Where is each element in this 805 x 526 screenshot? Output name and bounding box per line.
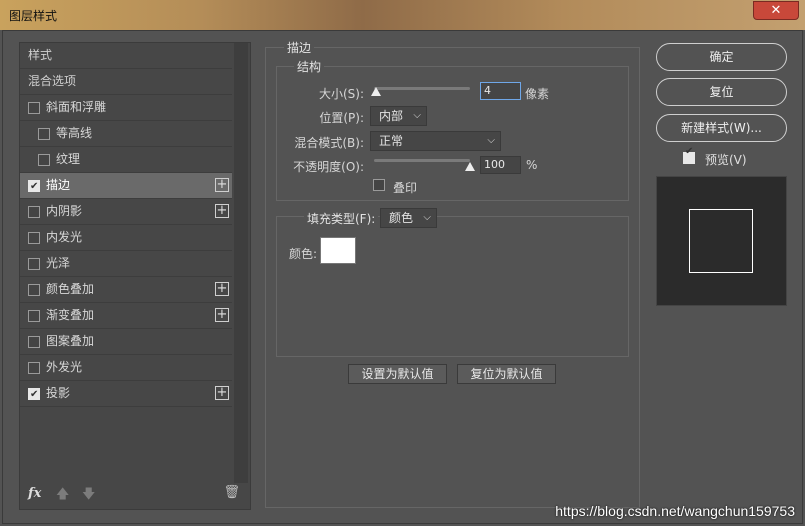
blend-mode-label: 混合模式(B): — [294, 136, 364, 150]
style-item-label: 内阴影 — [46, 204, 83, 218]
size-slider[interactable] — [374, 87, 470, 90]
opacity-input[interactable]: 100 — [480, 156, 521, 174]
styles-list: 样式混合选项斜面和浮雕等高线纹理描边 + 内阴影 + 内发光光泽颜色叠加 + 渐变叠加 + 图案… — [20, 43, 232, 407]
chevron-down-icon: ⌵ — [423, 212, 431, 223]
style-item[interactable]: 纹理 — [20, 147, 232, 173]
styles-panel: 样式混合选项斜面和浮雕等高线纹理描边 + 内阴影 + 内发光光泽颜色叠加 + 渐变叠加 + 图案… — [19, 42, 251, 510]
style-checkbox[interactable] — [28, 310, 40, 322]
style-item[interactable]: 投影 + — [20, 381, 232, 407]
style-item-label: 样式 — [28, 48, 53, 62]
style-item[interactable]: 光泽 — [20, 251, 232, 277]
color-label: 颜色: — [289, 247, 318, 261]
size-input[interactable]: 4 — [480, 82, 521, 100]
structure-title: 结构 — [294, 58, 325, 75]
style-item[interactable]: 混合选项 — [20, 69, 232, 95]
opacity-label: 不透明度(O): — [293, 160, 364, 174]
watermark: https://blog.csdn.net/wangchun159753 — [555, 503, 795, 519]
add-effect-icon[interactable]: + — [215, 308, 229, 322]
overprint-label: 叠印 — [393, 181, 418, 195]
style-item-label: 投影 — [46, 386, 71, 400]
window-title: 图层样式 — [9, 9, 58, 23]
style-checkbox[interactable] — [28, 258, 40, 270]
style-item[interactable]: 样式 — [20, 43, 232, 69]
fill-type-label: 填充类型(F): — [304, 210, 379, 227]
style-item-label: 颜色叠加 — [46, 282, 95, 296]
preview-checkbox[interactable] — [683, 146, 695, 164]
scrollbar[interactable] — [234, 43, 248, 483]
opacity-slider-thumb[interactable] — [465, 162, 475, 171]
chevron-down-icon: ⌵ — [413, 110, 421, 121]
position-label: 位置(P): — [319, 111, 364, 125]
style-checkbox[interactable] — [28, 102, 40, 114]
reset-button[interactable]: 复位 — [656, 78, 787, 106]
position-select[interactable]: 内部 ⌵ — [370, 106, 427, 126]
style-item[interactable]: 颜色叠加 + — [20, 277, 232, 303]
style-item[interactable]: 描边 + — [20, 173, 232, 199]
style-checkbox[interactable] — [28, 362, 40, 374]
reset-default-button[interactable]: 复位为默认值 — [457, 364, 556, 384]
style-item-label: 描边 — [46, 178, 71, 192]
style-checkbox[interactable] — [28, 232, 40, 244]
add-effect-icon[interactable]: + — [215, 204, 229, 218]
style-item-label: 混合选项 — [28, 74, 77, 88]
size-label: 大小(S): — [318, 87, 364, 101]
preview-thumbnail — [656, 176, 787, 306]
style-item-label: 外发光 — [46, 360, 83, 374]
style-item[interactable]: 外发光 — [20, 355, 232, 381]
style-item[interactable]: 内发光 — [20, 225, 232, 251]
ok-button[interactable]: 确定 — [656, 43, 787, 71]
style-item[interactable]: 图案叠加 — [20, 329, 232, 355]
style-item[interactable]: 斜面和浮雕 — [20, 95, 232, 121]
style-item[interactable]: 渐变叠加 + — [20, 303, 232, 329]
style-item[interactable]: 内阴影 + — [20, 199, 232, 225]
add-effect-icon[interactable]: + — [215, 386, 229, 400]
style-item-label: 斜面和浮雕 — [46, 100, 107, 114]
style-item-label: 图案叠加 — [46, 334, 95, 348]
fill-type-value: 颜色 — [389, 211, 414, 225]
color-swatch[interactable] — [320, 237, 356, 264]
close-icon: ✕ — [770, 3, 782, 18]
make-default-button[interactable]: 设置为默认值 — [348, 364, 447, 384]
size-slider-thumb[interactable] — [370, 87, 381, 96]
style-checkbox[interactable] — [28, 206, 40, 218]
blend-mode-select[interactable]: 正常 ⌵ — [370, 131, 501, 151]
style-item-label: 光泽 — [46, 256, 71, 270]
close-button[interactable]: ✕ — [753, 1, 799, 20]
opacity-slider[interactable] — [374, 159, 470, 162]
style-item-label: 渐变叠加 — [46, 308, 95, 322]
style-item-label: 等高线 — [56, 126, 93, 140]
style-item[interactable]: 等高线 — [20, 121, 232, 147]
preview-label: 预览(V) — [705, 153, 747, 167]
style-checkbox[interactable] — [38, 154, 50, 166]
position-value: 内部 — [379, 109, 404, 123]
overprint-checkbox[interactable] — [373, 179, 385, 191]
move-down-icon[interactable]: 🡇 — [82, 485, 95, 507]
style-checkbox[interactable] — [38, 128, 50, 140]
fx-icon[interactable]: fx — [28, 486, 41, 501]
new-style-button[interactable]: 新建样式(W)... — [656, 114, 787, 142]
stroke-group-title: 描边 — [284, 39, 315, 56]
style-item-label: 内发光 — [46, 230, 83, 244]
move-up-icon[interactable]: 🡅 — [56, 485, 69, 507]
add-effect-icon[interactable]: + — [215, 282, 229, 296]
style-checkbox[interactable] — [28, 336, 40, 348]
style-item-label: 纹理 — [56, 152, 81, 166]
title-bar: 图层样式 ✕ — [0, 0, 805, 30]
style-checkbox[interactable] — [28, 382, 40, 407]
chevron-down-icon: ⌵ — [487, 135, 495, 146]
trash-icon[interactable]: 🗑 — [223, 485, 240, 500]
style-checkbox[interactable] — [28, 284, 40, 296]
add-effect-icon[interactable]: + — [215, 178, 229, 192]
style-checkbox[interactable] — [28, 174, 40, 199]
size-unit: 像素 — [525, 87, 550, 101]
styles-footer: fx 🡅 🡇 🗑 — [20, 483, 250, 509]
blend-mode-value: 正常 — [379, 134, 404, 148]
opacity-unit: % — [526, 158, 538, 172]
preview-shape — [689, 209, 753, 273]
fill-type-select[interactable]: 颜色 ⌵ — [380, 208, 437, 228]
